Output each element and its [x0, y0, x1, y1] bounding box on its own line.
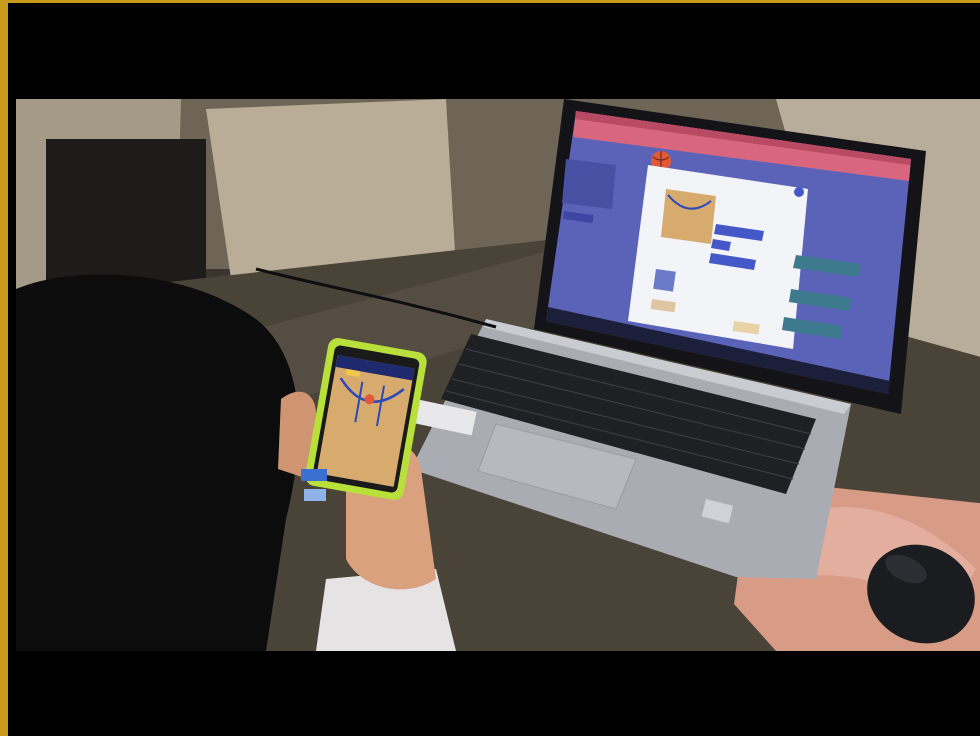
dark-bag [46, 139, 206, 289]
phone-side-button-1[interactable] [301, 469, 327, 481]
scene [16, 99, 980, 651]
close-icon[interactable] [794, 187, 804, 197]
photo [16, 99, 980, 651]
person-hair [16, 274, 299, 651]
phone-side-button-2[interactable] [304, 489, 326, 501]
qr-code [653, 269, 676, 292]
video-frame [0, 0, 980, 736]
chair-back [206, 99, 456, 279]
sidebar-panel [562, 159, 616, 209]
